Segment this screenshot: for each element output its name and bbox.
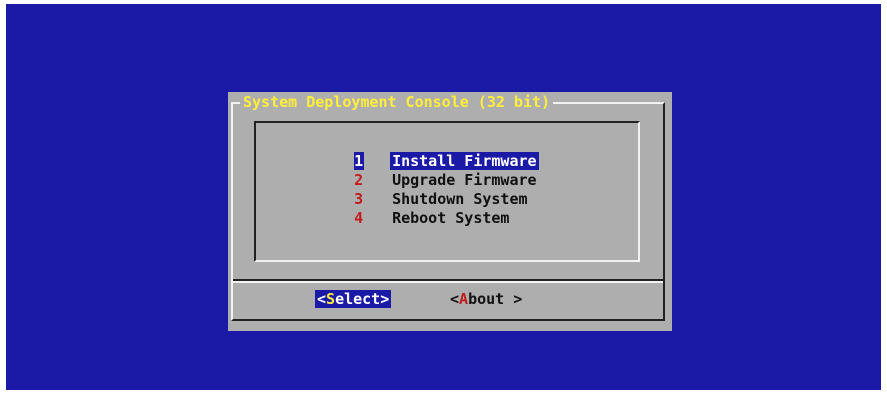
about-button-hotkey: A <box>459 290 469 308</box>
dialog-divider-highlight <box>233 281 663 283</box>
menu-item-number: 4 <box>354 209 364 227</box>
about-button-open: < <box>450 290 460 308</box>
menu-item-upgrade-firmware[interactable]: 2 Upgrade Firmware <box>336 153 539 189</box>
about-button[interactable]: <About > <box>450 290 522 308</box>
menu-item-label: Reboot System <box>392 209 510 227</box>
select-button-close: > <box>380 290 390 308</box>
about-button-label: bout <box>468 290 505 308</box>
select-button-open: < <box>317 290 327 308</box>
menu-item-reboot-system[interactable]: 4 Reboot System <box>336 191 511 227</box>
select-button-hotkey: S <box>326 290 336 308</box>
menu-item-install-firmware[interactable]: 1 Install Firmware <box>336 134 539 170</box>
select-button[interactable]: <Select> <box>315 290 392 308</box>
dialog-title: System Deployment Console (32 bit) <box>240 93 554 111</box>
about-button-close: > <box>504 290 523 308</box>
menu-item-shutdown-system[interactable]: 3 Shutdown System <box>336 172 530 208</box>
select-button-label: elect <box>335 290 381 308</box>
